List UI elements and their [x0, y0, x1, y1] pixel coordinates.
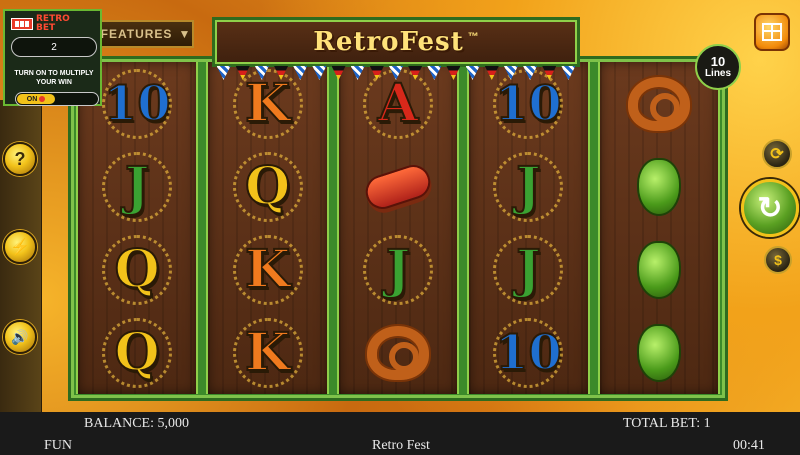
- flag-icon: [293, 66, 308, 80]
- flag-icon: [254, 66, 269, 80]
- reel-5: [597, 62, 721, 394]
- flag-icon: [561, 66, 576, 80]
- turbo-button[interactable]: ⚡: [3, 230, 37, 264]
- autoplay-button[interactable]: ⟳: [762, 139, 792, 169]
- wheat-wreath-icon: [493, 151, 564, 222]
- sound-button[interactable]: 🔊: [3, 320, 37, 354]
- game-title-banner: RetroFest ™: [212, 17, 580, 67]
- wheat-wreath-icon: [493, 317, 564, 388]
- hops-icon: [636, 323, 681, 382]
- total-bet-text: TOTAL BET: 1: [623, 416, 711, 431]
- hops-icon: [636, 240, 681, 299]
- reel-symbol: [600, 228, 718, 311]
- chevron-down-icon: ▼: [178, 27, 192, 41]
- retro-bet-logo-icon: [11, 18, 33, 30]
- retro-bet-toggle-knob: ON: [17, 94, 55, 104]
- trademark-mark: ™: [467, 31, 479, 43]
- coin-icon: $: [774, 252, 782, 268]
- spin-button[interactable]: ↻: [741, 179, 799, 237]
- autoplay-icon: ⟳: [770, 146, 784, 163]
- retro-bet-title: RETRO BET: [36, 15, 70, 33]
- flag-icon: [542, 66, 557, 80]
- gift-button[interactable]: [754, 13, 790, 51]
- reel-symbol: Q: [78, 311, 196, 394]
- wheat-wreath-icon: [493, 234, 564, 305]
- sausage-icon: [361, 160, 435, 213]
- reel-symbol: [339, 311, 457, 394]
- retro-bet-multiplier[interactable]: 2: [11, 37, 97, 57]
- gift-icon: [762, 23, 782, 41]
- reel-symbol: K: [208, 311, 326, 394]
- reel-symbol: K: [208, 228, 326, 311]
- bet-button[interactable]: $: [764, 246, 792, 274]
- pretzel-icon: [367, 325, 430, 380]
- lines-label: Lines: [704, 68, 732, 79]
- turbo-icon: ⚡: [10, 239, 30, 256]
- flag-icon: [484, 66, 499, 80]
- flag-icon: [235, 66, 250, 80]
- spin-icon: ↻: [757, 191, 783, 225]
- reel-symbol: Q: [208, 145, 326, 228]
- lines-badge: 10 Lines: [695, 44, 741, 90]
- hops-icon: [636, 157, 681, 216]
- reel-symbol: J: [469, 228, 587, 311]
- reel-4: 10 J J 10: [467, 62, 590, 394]
- wheat-wreath-icon: [102, 234, 173, 305]
- reel-symbol: [600, 311, 718, 394]
- toggle-dot-icon: [39, 96, 46, 102]
- flag-icon: [312, 66, 327, 80]
- lines-count: 10: [710, 54, 726, 69]
- retro-bet-toggle[interactable]: ON: [15, 92, 99, 106]
- retro-bet-panel: RETRO BET 2 TURN ON TO MULTIPLY YOUR WIN…: [3, 9, 102, 106]
- features-label: FEATURES: [100, 27, 173, 41]
- flag-icon: [503, 66, 518, 80]
- reel-symbol: J: [339, 228, 457, 311]
- flag-icon: [274, 66, 289, 80]
- flag-icon: [408, 66, 423, 80]
- status-bar: BALANCE: 5,000 TOTAL BET: 1 FUN Retro Fe…: [0, 412, 800, 455]
- flag-icon: [388, 66, 403, 80]
- balance-text: BALANCE: 5,000: [84, 416, 189, 431]
- flag-icon: [216, 66, 231, 80]
- retro-bet-hint: TURN ON TO MULTIPLY YOUR WIN: [14, 70, 94, 86]
- flag-icon: [446, 66, 461, 80]
- clock-text: 00:41: [733, 438, 765, 453]
- features-button[interactable]: FEATURES ▼: [100, 20, 194, 48]
- reel-symbol: J: [78, 145, 196, 228]
- game-name-text: Retro Fest: [372, 438, 430, 453]
- reel-2: KQKK: [206, 62, 329, 394]
- wheat-wreath-icon: [363, 234, 434, 305]
- reel-symbol: J: [469, 145, 587, 228]
- sound-icon: 🔊: [11, 328, 29, 345]
- wheat-wreath-icon: [102, 317, 173, 388]
- reel-symbol: [339, 145, 457, 228]
- reels-area: 10 J Q Q K Q K K A J 10 J J 10: [76, 62, 721, 394]
- reel-symbol: 10: [469, 311, 587, 394]
- flag-icon: [350, 66, 365, 80]
- reel-3: AJ: [336, 62, 460, 394]
- reel-symbol: [600, 145, 718, 228]
- wheat-wreath-icon: [102, 151, 173, 222]
- flag-icon: [331, 66, 346, 80]
- mode-text: FUN: [44, 438, 73, 453]
- help-button[interactable]: ?: [3, 142, 37, 176]
- flag-icon: [427, 66, 442, 80]
- pretzel-icon: [627, 76, 690, 131]
- game-title: RetroFest: [313, 27, 464, 57]
- wheat-wreath-icon: [102, 68, 173, 139]
- retro-bet-header: RETRO BET: [11, 15, 70, 33]
- help-icon: ?: [14, 148, 26, 169]
- reel-symbol: Q: [78, 228, 196, 311]
- wheat-wreath-icon: [232, 151, 303, 222]
- flag-icon: [369, 66, 384, 80]
- wheat-wreath-icon: [232, 317, 303, 388]
- retro-bet-title-line2: BET: [36, 23, 56, 33]
- reel-1: 10 J Q Q: [76, 62, 199, 394]
- flag-icon: [523, 66, 538, 80]
- wheat-wreath-icon: [232, 234, 303, 305]
- bunting-flags: [214, 66, 578, 82]
- retro-bet-toggle-label: ON: [26, 95, 38, 103]
- flag-icon: [465, 66, 480, 80]
